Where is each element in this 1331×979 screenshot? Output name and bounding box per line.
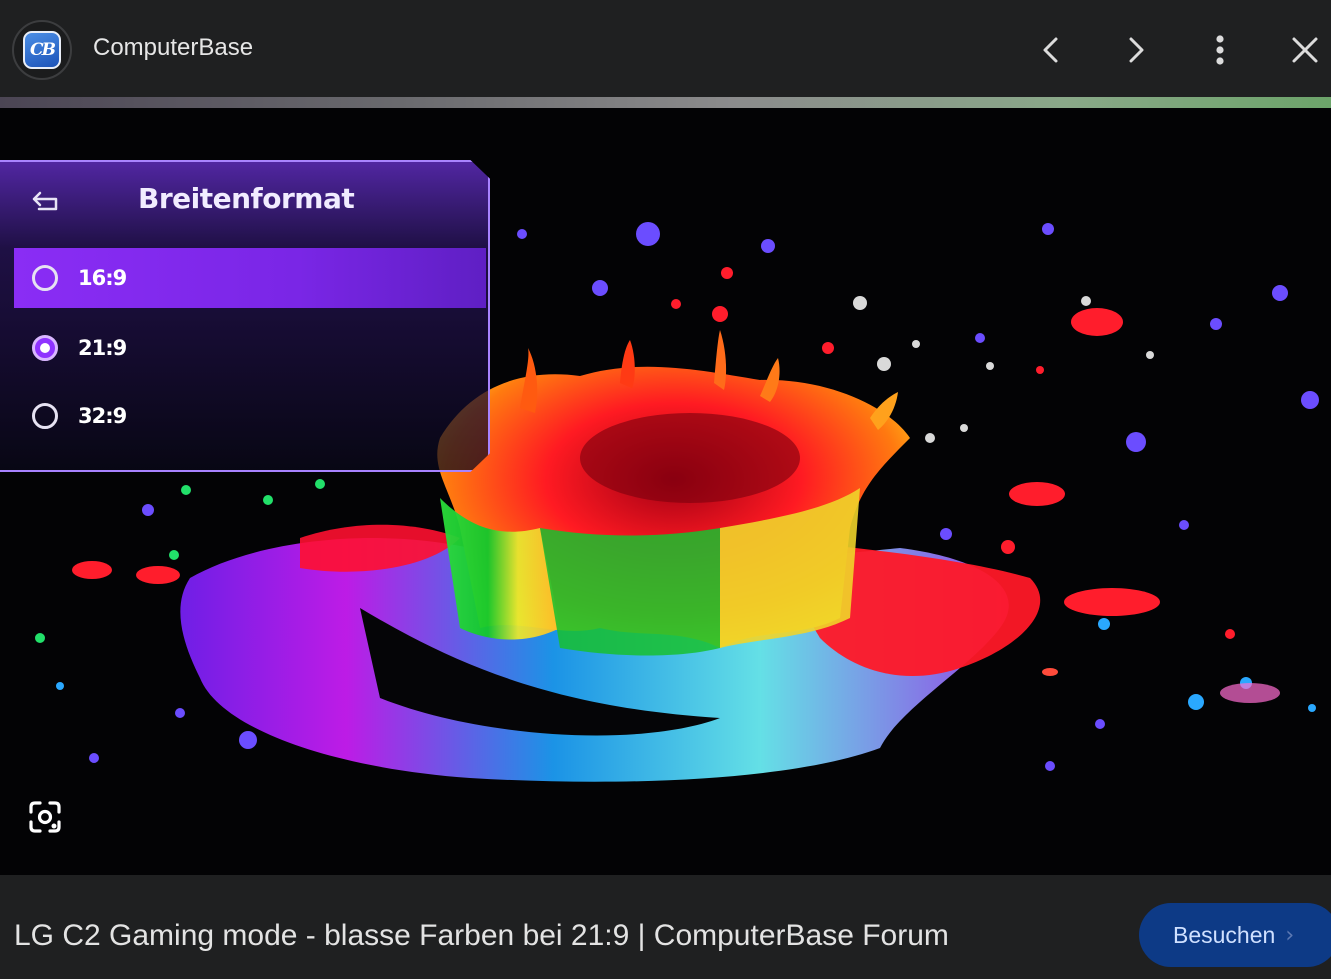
more-options-button[interactable] [1196, 26, 1244, 74]
chevron-right-icon [1129, 37, 1144, 63]
visit-button[interactable]: Besuchen › [1139, 903, 1331, 967]
back-arrow-icon [32, 191, 58, 211]
lens-search-button[interactable] [26, 798, 64, 836]
close-icon [1292, 37, 1318, 63]
more-vert-icon [1216, 35, 1224, 65]
chevron-left-icon [1043, 37, 1058, 63]
page-title-link[interactable]: LG C2 Gaming mode - blasse Farben bei 21… [14, 919, 949, 953]
option-label: 16:9 [78, 266, 127, 290]
preview-image[interactable]: Breitenformat 16:9 21:9 32:9 [0, 108, 1331, 875]
option-16-9[interactable]: 16:9 [14, 248, 486, 308]
option-label: 32:9 [78, 404, 127, 428]
radio-on-icon [32, 335, 58, 361]
visit-label: Besuchen [1173, 921, 1276, 948]
image-top-strip [0, 97, 1331, 108]
site-favicon[interactable]: CB [12, 20, 72, 80]
menu-title: Breitenformat [138, 182, 355, 215]
option-21-9[interactable]: 21:9 [14, 318, 486, 378]
site-name[interactable]: ComputerBase [93, 34, 253, 62]
close-button[interactable] [1281, 26, 1329, 74]
radio-off-icon [32, 403, 58, 429]
viewer-footer: LG C2 Gaming mode - blasse Farben bei 21… [0, 875, 1331, 979]
next-button[interactable] [1112, 26, 1160, 74]
viewer-header: CB ComputerBase [0, 0, 1331, 97]
option-32-9[interactable]: 32:9 [14, 386, 486, 446]
menu-back-button[interactable] [30, 186, 62, 218]
aspect-ratio-menu: Breitenformat 16:9 21:9 32:9 [0, 160, 490, 472]
radio-off-icon [32, 265, 58, 291]
google-lens-icon [29, 801, 61, 833]
computerbase-logo-icon: CB [23, 31, 61, 69]
chevron-right-icon: › [1285, 922, 1295, 948]
option-label: 21:9 [78, 336, 127, 360]
previous-button[interactable] [1027, 26, 1075, 74]
